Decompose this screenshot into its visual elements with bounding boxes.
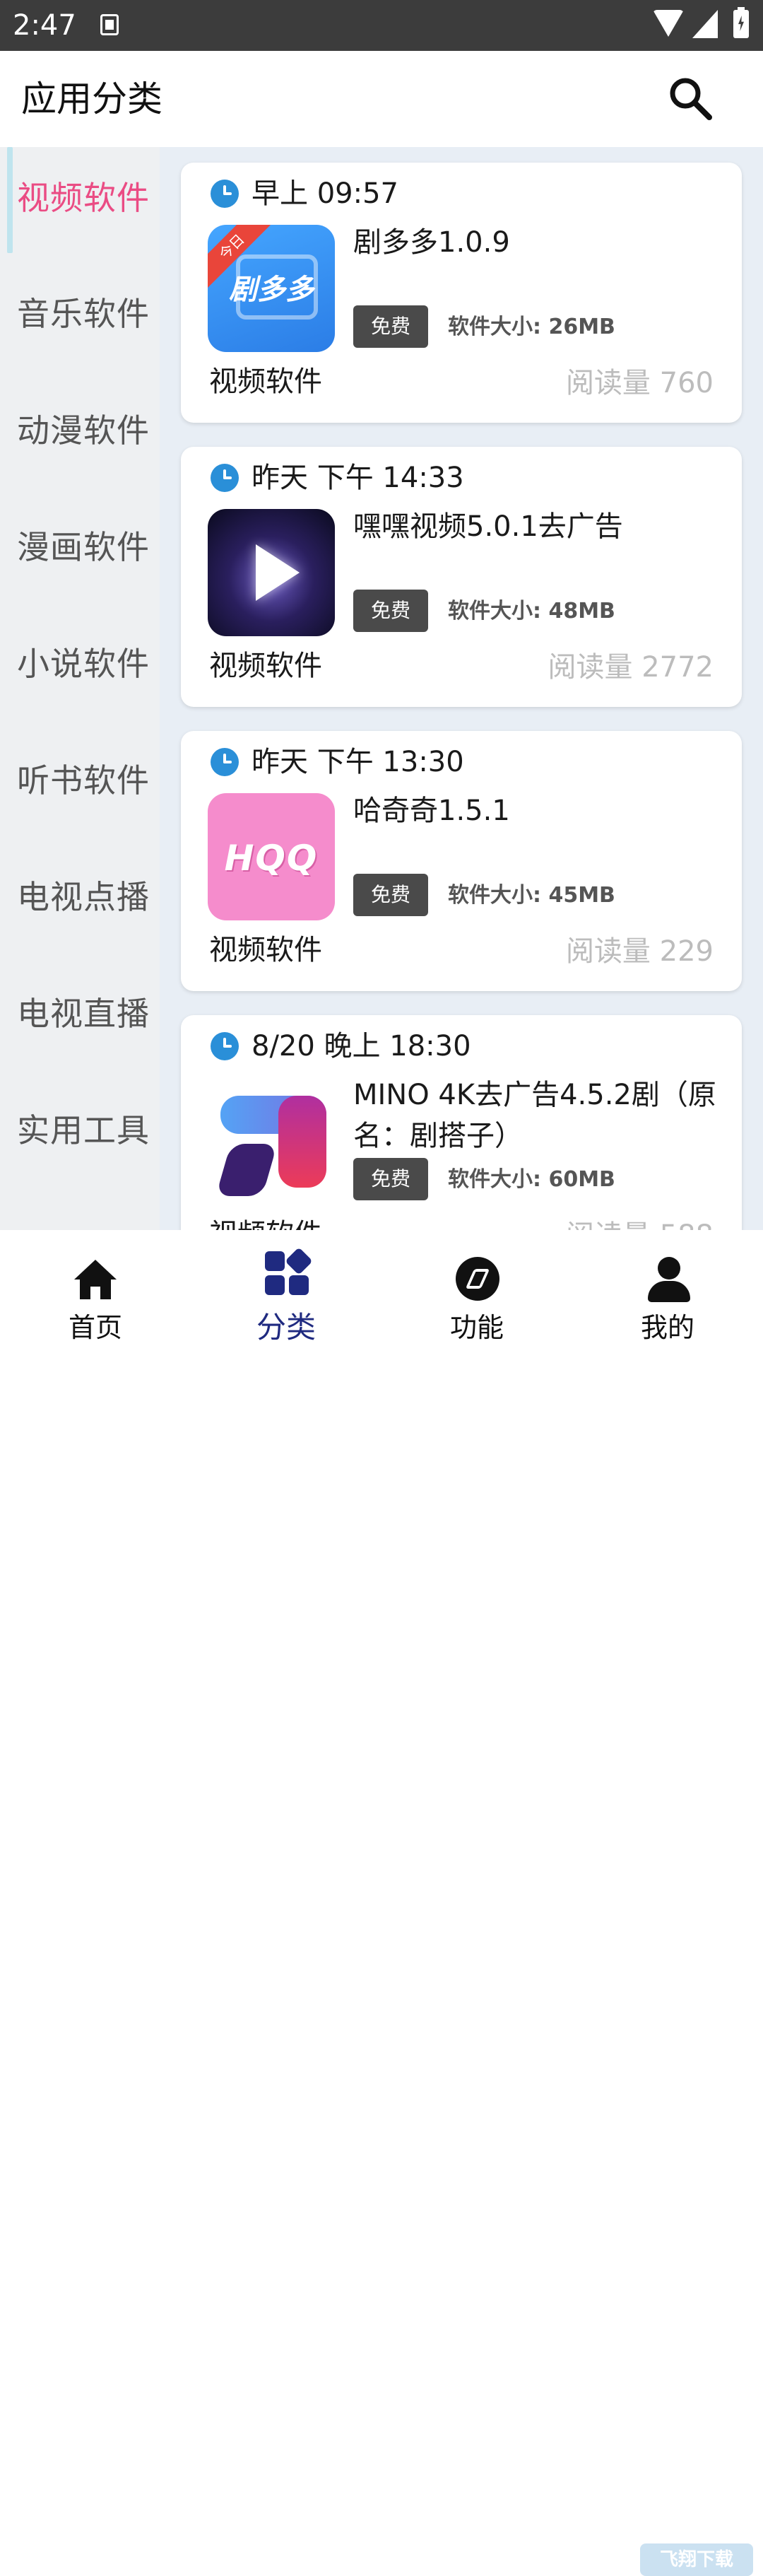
person-body bbox=[648, 1281, 690, 1302]
post-time: 昨天 下午 14:33 bbox=[252, 462, 464, 494]
sidebar-item-label: 电视点播 bbox=[17, 878, 150, 916]
battery-charging-icon bbox=[733, 7, 749, 38]
search-icon[interactable] bbox=[667, 75, 714, 122]
page-title: 应用分类 bbox=[21, 78, 162, 119]
icon-text: 剧多多 bbox=[229, 274, 314, 306]
sidebar-item-label: 动漫软件 bbox=[17, 411, 150, 450]
nav-home[interactable]: 首页 bbox=[0, 1230, 191, 1357]
category-square bbox=[265, 1275, 285, 1295]
clock-icon bbox=[211, 1032, 239, 1060]
nav-profile[interactable]: 我的 bbox=[572, 1230, 763, 1357]
sidebar-item-music[interactable]: 音乐软件 bbox=[0, 279, 160, 349]
sidebar-item-audiobooks[interactable]: 听书软件 bbox=[0, 745, 160, 816]
app-card[interactable]: 昨天 下午 14:33 嘿嘿视频5.0.1去广告 免费 软件大小: 48MB 视… bbox=[181, 447, 742, 707]
home-roof bbox=[74, 1260, 117, 1280]
sidebar-item-label: 视频软件 bbox=[17, 179, 150, 217]
nav-label: 我的 bbox=[640, 1312, 694, 1343]
app-card[interactable]: 8/20 晚上 18:30 MINO 4K去广告4.5.2剧（原名：剧搭子） 免… bbox=[181, 1015, 742, 1230]
app-list[interactable]: 早上 09:57 今日 剧多多 剧多多1.0.9 免费 软件大小: 26MB 视… bbox=[160, 147, 763, 1230]
app-card[interactable]: 昨天 下午 13:30 HQQ 哈奇奇1.5.1 免费 软件大小: 45MB 视… bbox=[181, 731, 742, 991]
person-icon bbox=[646, 1257, 690, 1302]
clock-icon bbox=[211, 180, 239, 208]
post-time: 8/20 晚上 18:30 bbox=[252, 1030, 471, 1062]
category-square bbox=[265, 1251, 285, 1271]
nav-label: 首页 bbox=[68, 1312, 122, 1343]
category-sidebar: 视频软件 音乐软件 动漫软件 漫画软件 小说软件 听书软件 电视点播 电视直播 … bbox=[0, 147, 160, 1230]
status-time: 2:47 bbox=[13, 9, 76, 42]
app-size: 软件大小: 45MB bbox=[448, 883, 615, 908]
status-bar: 2:47 bbox=[0, 0, 763, 51]
sidebar-item-tv-vod[interactable]: 电视点播 bbox=[0, 862, 160, 932]
read-count: 阅读量 2772 bbox=[548, 651, 714, 684]
sidebar-item-comics[interactable]: 漫画软件 bbox=[0, 512, 160, 582]
nav-features[interactable]: 功能 bbox=[382, 1230, 572, 1357]
read-count: 阅读量 760 bbox=[565, 367, 714, 399]
free-badge: 免费 bbox=[353, 305, 428, 348]
sidebar-item-label: 小说软件 bbox=[17, 645, 150, 683]
category-square bbox=[285, 1247, 313, 1275]
app-name: 剧多多1.0.9 bbox=[353, 226, 510, 259]
signal-icon bbox=[692, 10, 718, 38]
free-badge: 免费 bbox=[353, 874, 428, 916]
app-size: 软件大小: 26MB bbox=[448, 315, 615, 339]
home-icon bbox=[74, 1257, 117, 1302]
nav-category[interactable]: 分类 bbox=[191, 1230, 382, 1357]
mino-app-icon bbox=[208, 1077, 335, 1205]
notification-icon bbox=[100, 14, 119, 35]
category-icon bbox=[265, 1247, 313, 1296]
person-head bbox=[658, 1257, 680, 1280]
app-name: MINO 4K去广告4.5.2剧（原名：剧搭子） bbox=[353, 1079, 716, 1152]
app-name: 嘿嘿视频5.0.1去广告 bbox=[353, 510, 623, 543]
sidebar-item-label: 实用工具 bbox=[17, 1111, 150, 1149]
compass-icon bbox=[456, 1257, 499, 1302]
app-category: 视频软件 bbox=[209, 1214, 322, 1230]
free-badge: 免费 bbox=[353, 590, 428, 632]
sidebar-item-label: 听书软件 bbox=[17, 761, 150, 800]
active-indicator bbox=[7, 147, 13, 253]
home-door bbox=[90, 1287, 100, 1299]
sidebar-item-label: 音乐软件 bbox=[17, 295, 150, 333]
heihei-app-icon bbox=[208, 509, 335, 636]
mino-logo-stem bbox=[278, 1096, 326, 1188]
app-category: 视频软件 bbox=[209, 365, 322, 398]
watermark-logo: 飞翔下载 bbox=[640, 2543, 753, 2576]
sidebar-item-label: 电视直播 bbox=[17, 995, 150, 1033]
app-category: 视频软件 bbox=[209, 934, 322, 966]
nav-label: 功能 bbox=[449, 1312, 504, 1343]
sidebar-item-novels[interactable]: 小说软件 bbox=[0, 628, 160, 699]
icon-text: HQQ bbox=[224, 838, 319, 879]
sidebar-item-label: 漫画软件 bbox=[17, 528, 150, 566]
mino-logo-foot bbox=[215, 1144, 278, 1196]
app-size: 软件大小: 48MB bbox=[448, 599, 615, 623]
juduoduo-app-icon: 今日 剧多多 bbox=[208, 225, 335, 352]
bottom-navigation: 首页 分类 功能 我的 飞翔下载 bbox=[0, 1230, 763, 2576]
category-square bbox=[289, 1275, 309, 1295]
sidebar-item-anime[interactable]: 动漫软件 bbox=[0, 395, 160, 466]
sidebar-item-tools[interactable]: 实用工具 bbox=[0, 1095, 160, 1166]
clock-icon bbox=[211, 464, 239, 492]
read-count: 阅读量 588 bbox=[566, 1216, 714, 1230]
read-count: 阅读量 229 bbox=[565, 935, 714, 968]
app-card[interactable]: 早上 09:57 今日 剧多多 剧多多1.0.9 免费 软件大小: 26MB 视… bbox=[181, 163, 742, 423]
app-name: 哈奇奇1.5.1 bbox=[353, 795, 510, 827]
post-time: 昨天 下午 13:30 bbox=[252, 746, 464, 778]
free-badge: 免费 bbox=[353, 1158, 428, 1200]
play-icon bbox=[256, 544, 300, 601]
sidebar-item-video[interactable]: 视频软件 bbox=[0, 147, 160, 253]
nav-label: 分类 bbox=[256, 1310, 316, 1345]
app-size: 软件大小: 60MB bbox=[448, 1167, 615, 1192]
hqq-app-icon: HQQ bbox=[208, 793, 335, 920]
wifi-icon bbox=[653, 10, 684, 37]
sidebar-item-tv-live[interactable]: 电视直播 bbox=[0, 978, 160, 1049]
post-time: 早上 09:57 bbox=[252, 177, 398, 210]
app-category: 视频软件 bbox=[209, 650, 322, 682]
app-header: 应用分类 bbox=[0, 51, 763, 147]
clock-icon bbox=[211, 748, 239, 776]
compass-circle bbox=[456, 1257, 499, 1301]
